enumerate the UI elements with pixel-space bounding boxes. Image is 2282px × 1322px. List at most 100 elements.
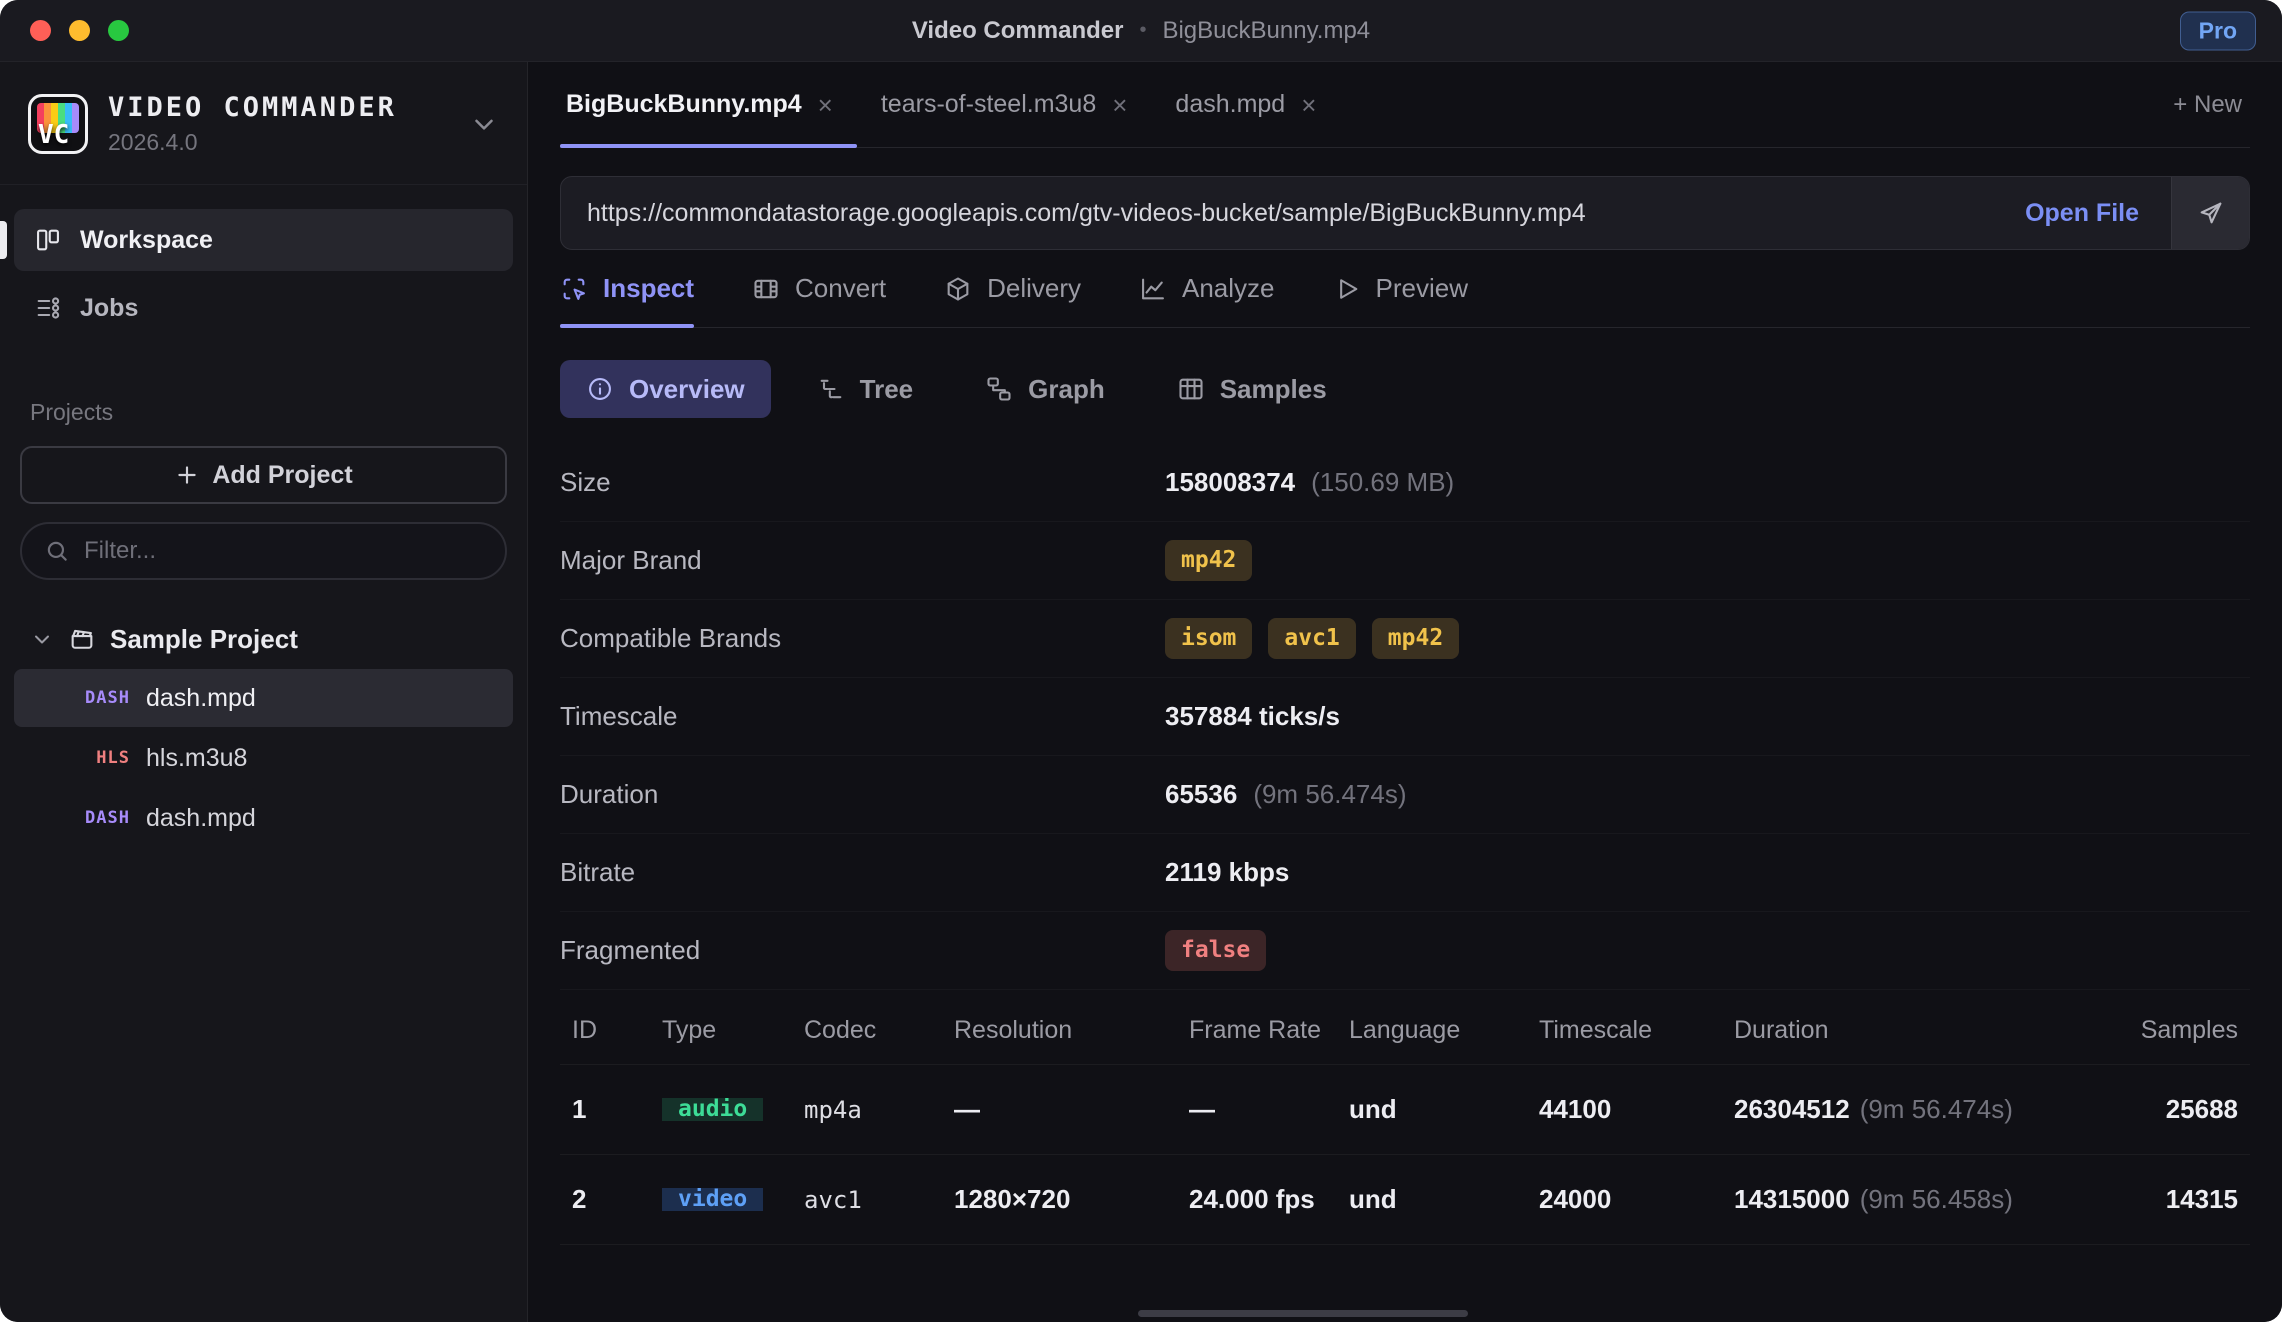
brand-badge: avc1 [1268, 618, 1355, 659]
column-header-duration: Duration [1734, 1016, 2114, 1045]
tree-item-dash-mpd-2[interactable]: DASH dash.mpd [14, 789, 513, 847]
format-badge-dash: DASH [76, 808, 130, 828]
brand-badge: mp42 [1372, 618, 1459, 659]
horizontal-scrollbar[interactable] [1138, 1310, 1468, 1317]
track-language: und [1349, 1184, 1397, 1214]
url-input[interactable] [561, 177, 1993, 249]
track-duration: 26304512 [1734, 1094, 1850, 1124]
track-duration-human: (9m 56.458s) [1860, 1184, 2013, 1214]
clapperboard-icon [68, 625, 96, 653]
send-icon [2197, 199, 2225, 227]
tab-tree[interactable]: Tree [791, 360, 940, 418]
tracks-table: ID Type Codec Resolution Frame Rate Lang… [560, 996, 2250, 1245]
tab-inspect[interactable]: Inspect [560, 250, 694, 327]
close-icon[interactable]: × [1112, 92, 1127, 118]
app-identity: VIDEO COMMANDER 2026.4.0 [108, 92, 449, 156]
project-name: Sample Project [110, 624, 298, 655]
graph-nodes-icon [985, 375, 1013, 403]
tab-label: Preview [1376, 273, 1468, 304]
track-language: und [1349, 1094, 1397, 1124]
tab-label: Delivery [987, 273, 1081, 304]
sidebar-item-label: Workspace [80, 226, 213, 255]
track-samples: 25688 [2166, 1094, 2238, 1124]
file-tab-bigbuckbunny[interactable]: BigBuckBunny.mp4 × [560, 62, 857, 147]
pro-badge: Pro [2180, 11, 2256, 50]
tab-analyze[interactable]: Analyze [1139, 250, 1275, 327]
file-tab-bar: BigBuckBunny.mp4 × tears-of-steel.m3u8 ×… [560, 62, 2250, 148]
project-row-sample-project[interactable]: Sample Project [0, 610, 527, 668]
kv-label: Duration [560, 779, 1165, 810]
tree-item-label: hls.m3u8 [146, 744, 247, 773]
tree-item-label: dash.mpd [146, 804, 256, 833]
projects-section-label: Projects [30, 399, 497, 426]
sidebar-item-workspace[interactable]: Workspace [14, 209, 513, 271]
sidebar-item-label: Jobs [80, 294, 138, 323]
add-project-label: Add Project [212, 461, 352, 490]
chart-icon [1139, 275, 1167, 303]
table-row-track-2[interactable]: 2 video avc1 1280×720 24.000 fps und 240… [560, 1154, 2250, 1244]
app-title: Video Commander [912, 17, 1124, 45]
track-resolution: 1280×720 [954, 1184, 1070, 1214]
add-project-button[interactable]: Add Project [20, 446, 507, 504]
tab-convert[interactable]: Convert [752, 250, 886, 327]
url-bar: Open File [560, 176, 2250, 250]
tab-delivery[interactable]: Delivery [944, 250, 1081, 327]
track-codec: avc1 [804, 1186, 862, 1214]
track-type-badge: video [662, 1188, 763, 1211]
kv-value: 357884 ticks/s [1165, 701, 1340, 732]
view-tab-bar: Overview Tree Graph [560, 360, 2250, 418]
table-grid-icon [1177, 375, 1205, 403]
track-resolution: — [954, 1094, 980, 1124]
inspect-icon [560, 275, 588, 303]
kv-label: Major Brand [560, 545, 1165, 576]
column-header-frame-rate: Frame Rate [1189, 1016, 1349, 1045]
file-tab-label: dash.mpd [1175, 90, 1285, 119]
minimize-window-button[interactable] [69, 20, 90, 41]
file-tab-tears-of-steel[interactable]: tears-of-steel.m3u8 × [857, 62, 1152, 147]
zoom-window-button[interactable] [108, 20, 129, 41]
open-file-button[interactable]: Open File [1993, 177, 2171, 249]
overview-row-compatible-brands: Compatible Brands isom avc1 mp42 [560, 600, 2250, 678]
sidebar-item-jobs[interactable]: Jobs [14, 277, 513, 339]
chevron-down-icon [30, 627, 54, 651]
close-window-button[interactable] [30, 20, 51, 41]
tab-label: Overview [629, 374, 745, 405]
kv-value-muted: (9m 56.474s) [1253, 779, 1406, 810]
overview-row-fragmented: Fragmented false [560, 912, 2250, 990]
overview-row-duration: Duration 65536 (9m 56.474s) [560, 756, 2250, 834]
track-id: 2 [572, 1184, 586, 1214]
tab-label: Graph [1028, 374, 1105, 405]
track-samples: 14315 [2166, 1184, 2238, 1214]
new-tab-button[interactable]: + New [2165, 62, 2250, 147]
kv-value: 158008374 [1165, 467, 1295, 498]
tab-graph[interactable]: Graph [959, 360, 1131, 418]
tab-label: Tree [860, 374, 914, 405]
overview-panel: Size 158008374 (150.69 MB) Major Brand m… [560, 444, 2250, 990]
tab-overview[interactable]: Overview [560, 360, 771, 418]
sidebar-header: VC VIDEO COMMANDER 2026.4.0 [0, 62, 527, 185]
column-header-resolution: Resolution [954, 1016, 1189, 1045]
app-name: VIDEO COMMANDER [108, 92, 449, 123]
load-url-button[interactable] [2171, 177, 2249, 249]
close-icon[interactable]: × [818, 92, 833, 118]
title-separator-dot: • [1139, 19, 1146, 42]
chevron-down-icon[interactable] [469, 109, 499, 139]
table-row-track-1[interactable]: 1 audio mp4a — — und 44100 26304512(9m 5… [560, 1064, 2250, 1154]
logo-text: VC [38, 120, 69, 150]
track-duration-human: (9m 56.474s) [1860, 1094, 2013, 1124]
tree-item-dash-mpd[interactable]: DASH dash.mpd [14, 669, 513, 727]
overview-row-timescale: Timescale 357884 ticks/s [560, 678, 2250, 756]
tab-preview[interactable]: Preview [1333, 250, 1468, 327]
track-timescale: 44100 [1539, 1094, 1611, 1124]
file-tab-dash-mpd[interactable]: dash.mpd × [1151, 62, 1340, 147]
plus-icon [174, 462, 200, 488]
tree-item-hls-m3u8[interactable]: HLS hls.m3u8 [14, 729, 513, 787]
file-tab-label: tears-of-steel.m3u8 [881, 90, 1096, 119]
column-header-id: ID [572, 1016, 662, 1045]
kv-value: 65536 [1165, 779, 1237, 810]
filter-input[interactable] [84, 537, 483, 565]
kv-label: Fragmented [560, 935, 1165, 966]
close-icon[interactable]: × [1301, 92, 1316, 118]
tab-samples[interactable]: Samples [1151, 360, 1353, 418]
track-id: 1 [572, 1094, 586, 1124]
